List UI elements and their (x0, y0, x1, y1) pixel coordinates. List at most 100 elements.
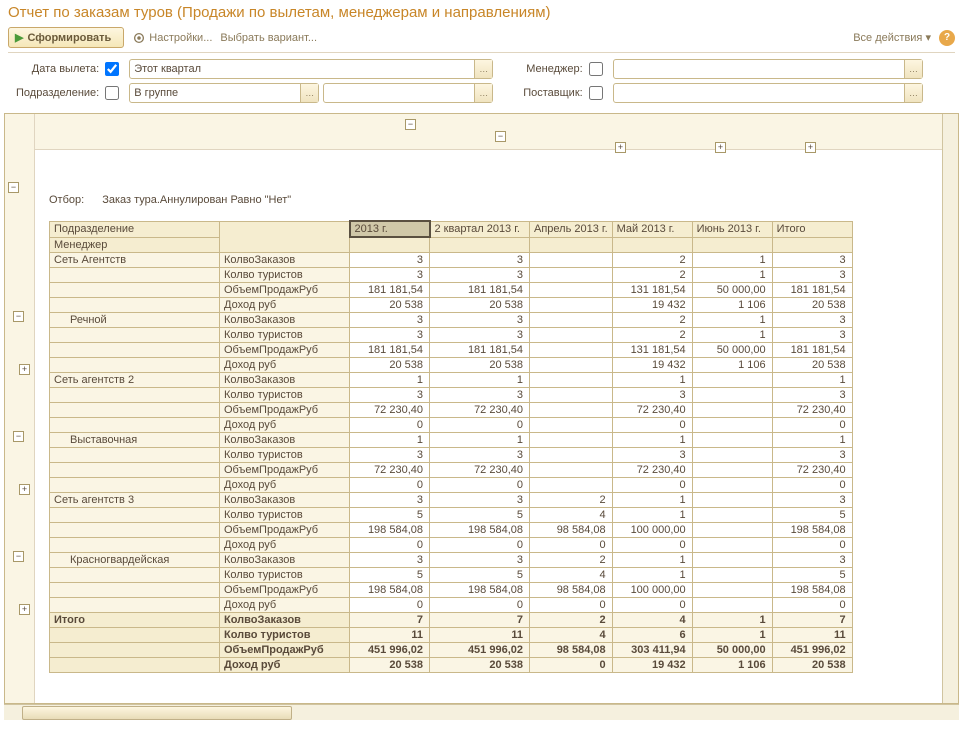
value-cell: 181 181,54 (430, 282, 530, 297)
supplier-label: Поставщик: (523, 87, 582, 99)
value-cell: 20 538 (430, 297, 530, 312)
division-value-input[interactable] (324, 84, 474, 102)
row-label (50, 522, 220, 537)
metric-label: Колво туристов (220, 387, 350, 402)
value-cell: 1 (350, 432, 430, 447)
division-field[interactable]: … (129, 83, 319, 103)
col-expand-1[interactable]: + (615, 142, 626, 153)
col-collapse-1[interactable]: − (405, 119, 416, 130)
division-checkbox[interactable] (105, 86, 119, 100)
row-label (50, 477, 220, 492)
filter-line: Отбор:Заказ тура.Аннулирован Равно "Нет" (35, 190, 942, 220)
all-actions-dropdown[interactable]: Все действия ▾ (853, 31, 931, 44)
generate-button[interactable]: ▶ Сформировать (8, 27, 124, 48)
value-cell (692, 492, 772, 507)
value-cell: 1 106 (692, 657, 772, 672)
expand-child1-button[interactable]: + (19, 364, 30, 375)
value-cell: 3 (430, 492, 530, 507)
metric-label: Колво туристов (220, 327, 350, 342)
help-button[interactable]: ? (939, 30, 955, 46)
value-cell (692, 402, 772, 417)
value-cell (530, 447, 613, 462)
value-cell: 0 (772, 417, 852, 432)
col-expand-2[interactable]: + (715, 142, 726, 153)
metric-label: ОбъемПродажРуб (220, 642, 350, 657)
collapse-group3-button[interactable]: − (13, 551, 24, 562)
flight-date-field[interactable]: … (129, 59, 493, 79)
value-cell: 50 000,00 (692, 642, 772, 657)
division-input[interactable] (130, 84, 300, 102)
table-row: ОбъемПродажРуб72 230,4072 230,4072 230,4… (50, 462, 853, 477)
value-cell: 72 230,40 (612, 462, 692, 477)
supplier-field[interactable]: … (613, 83, 923, 103)
header-jun[interactable]: Июнь 2013 г. (692, 221, 772, 237)
value-cell: 3 (772, 327, 852, 342)
value-cell: 1 (692, 267, 772, 282)
supplier-select-button[interactable]: … (904, 84, 922, 102)
value-cell (530, 402, 613, 417)
value-cell: 3 (430, 447, 530, 462)
manager-select-button[interactable]: … (904, 60, 922, 78)
table-row: Сеть агентств 2КолвоЗаказов1111 (50, 372, 853, 387)
expand-child2-button[interactable]: + (19, 484, 30, 495)
metric-label: Колво туристов (220, 507, 350, 522)
toolbar: ▶ Сформировать Настройки... Выбрать вари… (8, 27, 955, 53)
header-q2[interactable]: 2 квартал 2013 г. (430, 221, 530, 237)
division-value-select-button[interactable]: … (474, 84, 492, 102)
value-cell: 1 (612, 432, 692, 447)
col-collapse-2[interactable]: − (495, 131, 506, 142)
value-cell: 2 (612, 327, 692, 342)
division-select-button[interactable]: … (300, 84, 318, 102)
value-cell: 19 432 (612, 357, 692, 372)
value-cell (692, 447, 772, 462)
value-cell: 7 (430, 612, 530, 627)
col-expand-3[interactable]: + (805, 142, 816, 153)
value-cell: 1 (430, 372, 530, 387)
value-cell: 11 (350, 627, 430, 642)
value-cell (692, 567, 772, 582)
header-may[interactable]: Май 2013 г. (612, 221, 692, 237)
value-cell: 19 432 (612, 657, 692, 672)
header-year[interactable]: 2013 г. (350, 221, 430, 237)
manager-input[interactable] (614, 60, 904, 78)
supplier-input[interactable] (614, 84, 904, 102)
header-apr[interactable]: Апрель 2013 г. (530, 221, 613, 237)
flight-date-input[interactable] (130, 60, 474, 78)
metric-label: ОбъемПродажРуб (220, 402, 350, 417)
value-cell: 72 230,40 (772, 402, 852, 417)
scrollbar-thumb[interactable] (22, 706, 292, 720)
value-cell (530, 417, 613, 432)
expand-child3-button[interactable]: + (19, 604, 30, 615)
value-cell: 50 000,00 (692, 282, 772, 297)
value-cell (530, 432, 613, 447)
value-cell: 98 584,08 (530, 642, 613, 657)
table-row: ОбъемПродажРуб198 584,08198 584,0898 584… (50, 582, 853, 597)
value-cell: 2 (530, 612, 613, 627)
header-total[interactable]: Итого (772, 221, 852, 237)
manager-checkbox[interactable] (589, 62, 603, 76)
manager-field[interactable]: … (613, 59, 923, 79)
collapse-group1-button[interactable]: − (13, 311, 24, 322)
value-cell (530, 297, 613, 312)
value-cell: 0 (350, 417, 430, 432)
value-cell: 3 (430, 552, 530, 567)
value-cell: 0 (430, 597, 530, 612)
value-cell: 198 584,08 (350, 582, 430, 597)
horizontal-scrollbar[interactable] (4, 704, 959, 720)
row-label (50, 417, 220, 432)
metric-label: КолвоЗаказов (220, 492, 350, 507)
settings-button[interactable]: Настройки... (132, 31, 212, 45)
metric-label: Доход руб (220, 477, 350, 492)
division-value-field[interactable]: … (323, 83, 493, 103)
collapse-group2-button[interactable]: − (13, 431, 24, 442)
collapse-all-button[interactable]: − (8, 182, 19, 193)
variant-button[interactable]: Выбрать вариант... (220, 32, 317, 44)
manager-label: Менеджер: (523, 63, 582, 75)
value-cell: 1 (612, 372, 692, 387)
supplier-checkbox[interactable] (589, 86, 603, 100)
report-scroll[interactable]: Отбор:Заказ тура.Аннулирован Равно "Нет"… (35, 150, 942, 703)
flight-date-checkbox[interactable] (105, 62, 119, 76)
value-cell: 1 (692, 312, 772, 327)
vertical-scrollbar[interactable] (942, 114, 958, 703)
flight-date-select-button[interactable]: … (474, 60, 492, 78)
